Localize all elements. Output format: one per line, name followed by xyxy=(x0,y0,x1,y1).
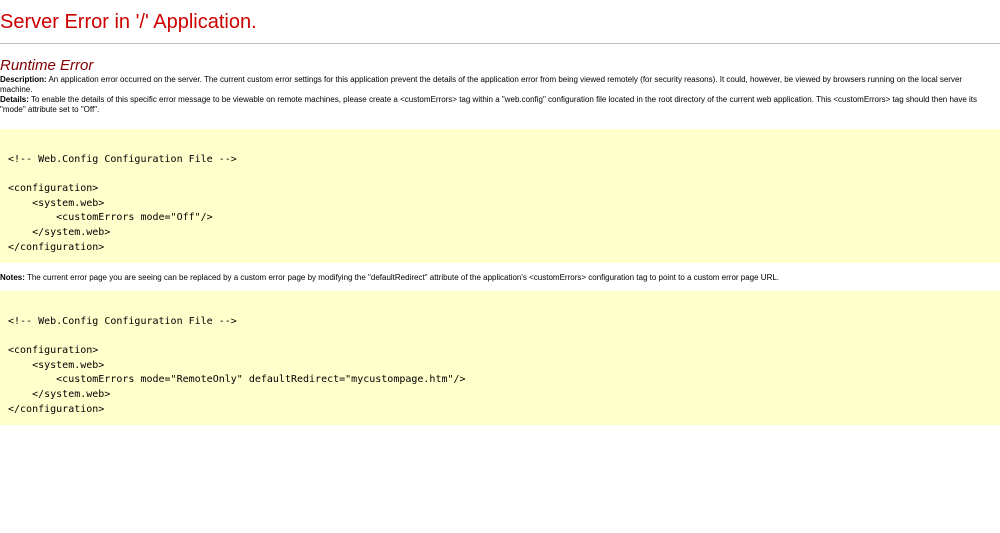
code-comment: <!-- Web.Config Configuration File --> xyxy=(8,316,237,327)
description-text: An application error occurred on the ser… xyxy=(0,75,963,94)
code-comment: <!-- Web.Config Configuration File --> xyxy=(8,154,237,165)
page-subtitle: Runtime Error xyxy=(0,57,94,74)
code-system-web-open: <system.web> xyxy=(8,197,105,209)
code-custom-errors: <customErrors mode="Off"/> xyxy=(8,212,213,224)
code-system-web-close: </system.web> xyxy=(8,388,111,400)
notes-text: The current error page you are seeing ca… xyxy=(24,273,780,282)
code-custom-errors: <customErrors mode="RemoteOnly" defaultR… xyxy=(8,374,466,386)
notes-paragraph: Notes: The current error page you are se… xyxy=(0,263,1000,283)
details-text: To enable the details of this specific e… xyxy=(0,95,978,114)
page-title: Server Error in '/' Application. xyxy=(0,11,257,33)
code-system-web-close: </system.web> xyxy=(8,226,111,238)
notes-label: Notes: xyxy=(0,273,25,282)
details-label: Details: xyxy=(0,95,29,104)
code-block-off: <!-- Web.Config Configuration File --> <… xyxy=(0,129,1000,263)
description-paragraph: Description: An application error occurr… xyxy=(0,75,1000,95)
code-system-web-open: <system.web> xyxy=(8,359,105,371)
description-label: Description: xyxy=(0,75,47,84)
code-configuration-close: </configuration> xyxy=(8,403,105,415)
details-paragraph: Details: To enable the details of this s… xyxy=(0,95,1000,115)
title-divider xyxy=(0,43,1000,44)
code-configuration-open: <configuration> xyxy=(8,345,99,357)
error-page: Server Error in '/' Application. Runtime… xyxy=(0,0,1000,533)
code-configuration-open: <configuration> xyxy=(8,183,99,195)
code-configuration-close: </configuration> xyxy=(8,241,105,253)
code-block-remote-only: <!-- Web.Config Configuration File --> <… xyxy=(0,291,1000,425)
